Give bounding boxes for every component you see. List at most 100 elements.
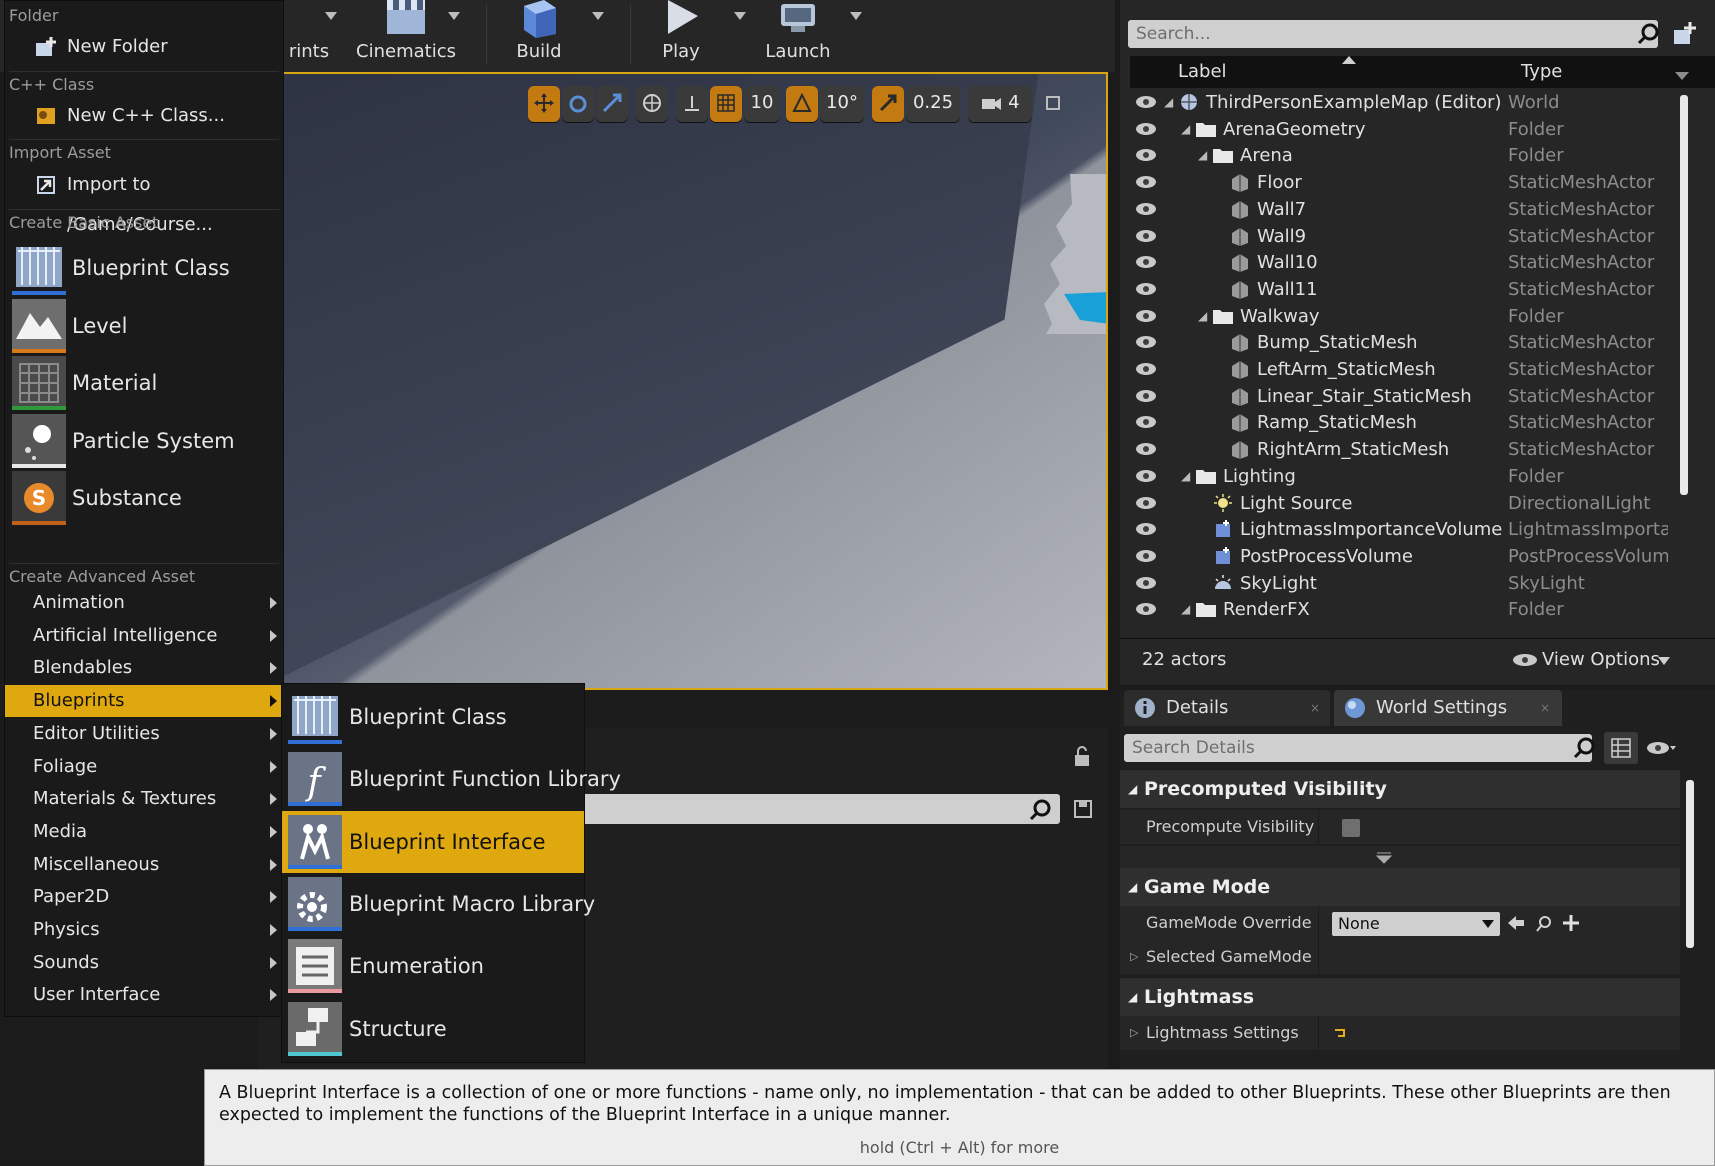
cinematics-dropdown-icon[interactable]	[448, 12, 460, 20]
close-icon[interactable]: ×	[1310, 690, 1320, 726]
menu-item-new-folder[interactable]: New Folder	[5, 27, 283, 67]
world-local-toggle[interactable]	[636, 86, 668, 122]
outliner-row[interactable]: Wall10 StaticMeshActor	[1130, 249, 1690, 276]
menu-item-new-cpp-class[interactable]: New C++ Class...	[5, 96, 283, 136]
rotation-snap-toggle[interactable]	[786, 86, 818, 122]
scale-snap-value[interactable]: 0.25	[906, 86, 960, 122]
scale-snap-toggle[interactable]	[872, 86, 904, 122]
visibility-eye-icon[interactable]	[1136, 96, 1156, 108]
submenu-blueprints[interactable]: Blueprints	[5, 685, 283, 718]
visibility-eye-icon[interactable]	[1136, 122, 1156, 135]
submenu-physics[interactable]: Physics	[5, 914, 283, 946]
menu-item-blueprint-function-library[interactable]: f Blueprint Function Library	[282, 748, 621, 810]
play-dropdown-icon[interactable]	[734, 12, 746, 20]
submenu-editor-utilities[interactable]: Editor Utilities	[5, 718, 283, 750]
blueprints-dropdown-icon[interactable]	[325, 12, 337, 20]
build-dropdown-icon[interactable]	[592, 12, 604, 20]
outliner-row[interactable]: LeftArm_StaticMesh StaticMeshActor	[1130, 356, 1690, 383]
save-icon[interactable]	[1072, 798, 1094, 820]
build-button[interactable]: Build	[498, 0, 580, 72]
menu-item-blueprint-class[interactable]: Blueprint Class	[282, 686, 584, 748]
visibility-eye-icon[interactable]	[1136, 282, 1156, 295]
visibility-eye-icon[interactable]	[1136, 603, 1156, 616]
submenu-foliage[interactable]: Foliage	[5, 751, 283, 783]
visibility-eye-icon[interactable]	[1136, 523, 1156, 536]
menu-item-material[interactable]: Material	[5, 353, 283, 413]
add-folder-icon[interactable]	[1670, 20, 1698, 48]
use-selected-arrow-icon[interactable]	[1506, 914, 1526, 932]
grid-snap-value[interactable]: 10	[744, 86, 780, 122]
outliner-row[interactable]: ◢ Lighting Folder	[1130, 463, 1690, 490]
expand-arrow-icon[interactable]: ◢	[1198, 303, 1207, 330]
add-icon[interactable]	[1562, 914, 1580, 932]
search-icon[interactable]	[1636, 22, 1660, 46]
outliner-row[interactable]: ◢ Arena Folder	[1130, 142, 1690, 169]
rotate-tool-button[interactable]	[562, 86, 594, 122]
precompute-visibility-checkbox[interactable]	[1342, 819, 1360, 837]
menu-item-blueprint-interface[interactable]: Blueprint Interface	[282, 810, 584, 873]
label-column-header[interactable]: Label	[1178, 61, 1227, 82]
outliner-row[interactable]: Wall7 StaticMeshActor	[1130, 196, 1690, 223]
chevron-down-icon[interactable]	[1658, 657, 1670, 665]
visibility-eye-icon[interactable]	[1136, 389, 1156, 402]
property-matrix-button[interactable]	[1604, 732, 1638, 764]
expand-arrow-icon[interactable]: ◢	[1181, 116, 1190, 143]
menu-item-import[interactable]: Import to /Game/Course...	[5, 165, 283, 235]
outliner-row[interactable]: SkyLight SkyLight	[1130, 570, 1690, 597]
column-options-icon[interactable]	[1675, 70, 1689, 80]
details-scrollbar[interactable]	[1686, 780, 1694, 948]
visibility-eye-icon[interactable]	[1136, 576, 1156, 589]
expand-icon[interactable]: ▷	[1130, 1016, 1138, 1050]
expand-arrow-icon[interactable]: ◢	[1181, 596, 1190, 623]
gamemode-override-dropdown[interactable]: None	[1332, 912, 1500, 936]
outliner-row[interactable]: Light Source DirectionalLight	[1130, 490, 1690, 517]
outliner-row[interactable]: Bump_StaticMesh StaticMeshActor	[1130, 329, 1690, 356]
submenu-paper2d[interactable]: Paper2D	[5, 881, 283, 913]
submenu-miscellaneous[interactable]: Miscellaneous	[5, 849, 283, 881]
launch-button[interactable]: Launch	[756, 0, 840, 72]
visibility-eye-icon[interactable]	[1136, 336, 1156, 349]
menu-item-substance[interactable]: S Substance	[5, 468, 283, 528]
tab-details[interactable]: Details ×	[1124, 690, 1330, 726]
tab-world-settings[interactable]: World Settings ×	[1334, 690, 1562, 726]
visibility-eye-icon[interactable]	[1136, 416, 1156, 429]
translate-tool-button[interactable]	[528, 86, 560, 122]
menu-item-particle-system[interactable]: Particle System	[5, 411, 283, 471]
visibility-eye-icon[interactable]	[1136, 202, 1156, 215]
submenu-blendables[interactable]: Blendables	[5, 652, 283, 684]
visibility-eye-icon[interactable]	[1136, 229, 1156, 242]
outliner-row[interactable]: Ramp_StaticMesh StaticMeshActor	[1130, 409, 1690, 436]
expand-arrow-icon[interactable]: ◢	[1198, 142, 1207, 169]
section-precomputed-visibility[interactable]: ◢ Precomputed Visibility	[1120, 770, 1680, 808]
submenu-animation[interactable]: Animation	[5, 587, 283, 619]
outliner-row[interactable]: ◢ ThirdPersonExampleMap (Editor) World	[1130, 89, 1690, 116]
level-viewport[interactable]: 10 10° 0.25 4	[258, 72, 1108, 690]
surface-snap-button[interactable]	[676, 86, 708, 122]
browse-search-icon[interactable]	[1534, 914, 1554, 934]
search-icon[interactable]	[1028, 797, 1054, 823]
grid-snap-toggle[interactable]	[710, 86, 742, 122]
play-button[interactable]: Play	[640, 0, 722, 72]
outliner-row[interactable]: Wall11 StaticMeshActor	[1130, 276, 1690, 303]
menu-item-blueprint-macro-library[interactable]: Blueprint Macro Library	[282, 873, 595, 935]
lock-icon[interactable]	[1070, 745, 1094, 769]
expand-icon[interactable]: ▷	[1130, 940, 1138, 974]
visibility-eye-icon[interactable]	[1136, 469, 1156, 482]
launch-dropdown-icon[interactable]	[850, 12, 862, 20]
view-options-button[interactable]: View Options	[1542, 649, 1660, 670]
advanced-expander[interactable]	[1120, 846, 1680, 868]
submenu-artificial-intelligence[interactable]: Artificial Intelligence	[5, 620, 283, 652]
submenu-user-interface[interactable]: User Interface	[5, 979, 283, 1011]
outliner-scrollbar[interactable]	[1680, 95, 1688, 495]
rotation-snap-value[interactable]: 10°	[820, 86, 864, 122]
section-lightmass[interactable]: ◢ Lightmass	[1120, 978, 1680, 1016]
outliner-search-input[interactable]: Search...	[1128, 20, 1658, 48]
visibility-eye-icon[interactable]	[1136, 256, 1156, 269]
submenu-media[interactable]: Media	[5, 816, 283, 848]
outliner-row[interactable]: Linear_Stair_StaticMesh StaticMeshActor	[1130, 383, 1690, 410]
submenu-materials-textures[interactable]: Materials & Textures	[5, 783, 283, 815]
camera-speed-button[interactable]: 4	[968, 86, 1032, 122]
visibility-eye-icon[interactable]	[1136, 549, 1156, 562]
cinematics-button[interactable]: Cinematics	[352, 0, 460, 72]
outliner-row[interactable]: Floor StaticMeshActor	[1130, 169, 1690, 196]
